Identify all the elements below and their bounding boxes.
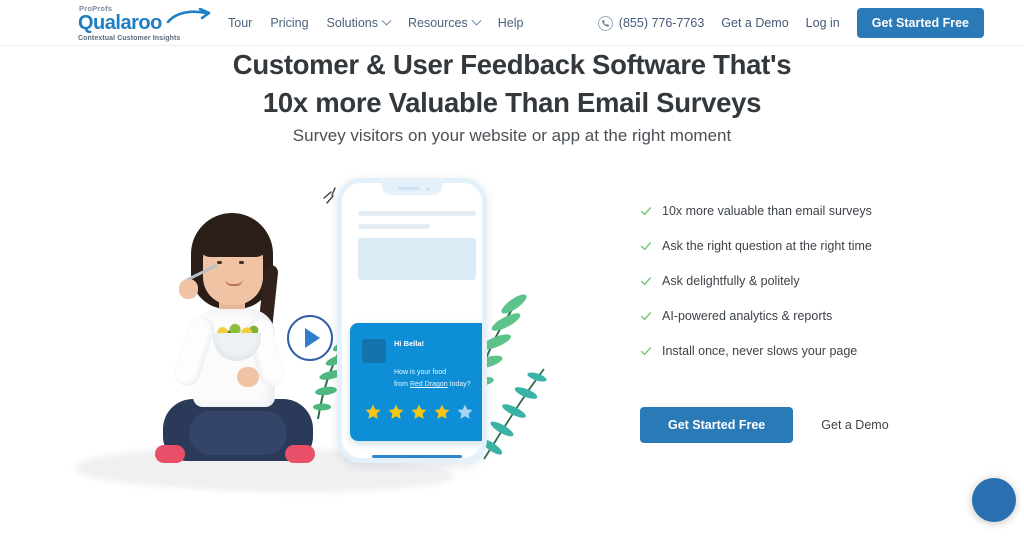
phone-number-text: (855) 776-7763 — [618, 16, 705, 30]
feature-label: Install once, never slows your page — [662, 344, 858, 358]
check-icon — [641, 207, 651, 216]
survey-avatar — [362, 339, 386, 363]
star-icon-filled[interactable] — [433, 403, 451, 421]
feature-list: 10x more valuable than email surveys Ask… — [640, 203, 970, 378]
nav-item-help[interactable]: Help — [498, 16, 524, 30]
logo[interactable]: ProProfs Qualaroo Contextual Customer In… — [78, 5, 211, 42]
logo-tagline: Contextual Customer Insights — [78, 35, 181, 42]
hero-subtitle: Survey visitors on your website or app a… — [292, 126, 732, 145]
header-actions: (855) 776-7763 Get a Demo Log in Get Sta… — [597, 0, 984, 46]
feature-label: Ask delightfully & politely — [662, 274, 800, 288]
hero-title-line-1: Customer & User Feedback Software That's — [232, 49, 792, 80]
placeholder-line — [358, 224, 430, 229]
site-header: ProProfs Qualaroo Contextual Customer In… — [0, 0, 1024, 46]
placeholder-line — [358, 211, 476, 216]
phone-mockup: Hi Bella! How is your food from Red Drag… — [337, 178, 487, 463]
survey-greeting: Hi Bella! — [394, 339, 425, 348]
phone-camera — [426, 187, 430, 191]
survey-card[interactable]: Hi Bella! How is your food from Red Drag… — [350, 323, 482, 441]
star-icon-filled[interactable] — [364, 403, 382, 421]
placeholder-image-block — [358, 238, 476, 280]
hero-illustration: Hi Bella! How is your food from Red Drag… — [0, 165, 620, 515]
nav-item-tour[interactable]: Tour — [228, 16, 252, 30]
star-icon-filled[interactable] — [387, 403, 405, 421]
feature-item: AI-powered analytics & reports — [640, 308, 970, 324]
check-icon — [641, 312, 651, 321]
logo-swoosh-arrow-icon — [166, 8, 211, 24]
check-icon — [641, 347, 651, 356]
survey-star-rating[interactable] — [364, 403, 474, 421]
feature-label: 10x more valuable than email surveys — [662, 204, 872, 218]
feature-item: Install once, never slows your page — [640, 343, 970, 359]
survey-question-suffix: today? — [447, 381, 471, 388]
hero-title: Customer & User Feedback Software That's… — [0, 46, 1024, 122]
check-icon — [641, 242, 651, 251]
header-get-a-demo-link[interactable]: Get a Demo — [721, 16, 788, 30]
star-icon-empty[interactable] — [456, 403, 474, 421]
chevron-down-icon — [471, 15, 482, 26]
hero-cta-row: Get Started Free Get a Demo — [640, 407, 889, 443]
feature-label: Ask the right question at the right time — [662, 239, 872, 253]
nav-label: Resources — [407, 16, 468, 30]
survey-question: How is your food from Red Dragon today? — [394, 367, 482, 391]
survey-question-line-1: How is your food — [394, 369, 447, 376]
hero-get-a-demo-link[interactable]: Get a Demo — [821, 418, 888, 432]
nav-label: Tour — [228, 16, 253, 30]
check-icon — [641, 277, 651, 286]
chevron-down-icon — [381, 15, 392, 26]
play-icon — [305, 328, 320, 348]
phone-home-indicator — [372, 455, 462, 458]
video-play-button[interactable] — [287, 315, 333, 361]
chat-widget-button[interactable] — [972, 478, 1016, 522]
feature-item: Ask delightfully & politely — [640, 273, 970, 289]
nav-label: Solutions — [326, 16, 378, 30]
nav-item-pricing[interactable]: Pricing — [270, 16, 308, 30]
feature-label: AI-powered analytics & reports — [662, 309, 833, 323]
hero-get-started-free-button[interactable]: Get Started Free — [640, 407, 794, 443]
feature-item: Ask the right question at the right time — [640, 238, 970, 254]
main-navigation: Tour Pricing Solutions Resources Help — [228, 0, 523, 46]
phone-number-link[interactable]: (855) 776-7763 — [597, 15, 705, 31]
header-login-link[interactable]: Log in — [806, 16, 840, 30]
survey-question-prefix: from — [394, 381, 410, 388]
feature-item: 10x more valuable than email surveys — [640, 203, 970, 219]
hero-title-line-2: 10x more Valuable Than Email Surveys — [262, 87, 762, 118]
nav-item-solutions[interactable]: Solutions — [326, 15, 392, 30]
phone-speaker — [398, 187, 420, 190]
nav-item-resources[interactable]: Resources — [407, 15, 482, 30]
survey-question-brand: Red Dragon — [409, 381, 448, 388]
star-icon-filled[interactable] — [410, 403, 428, 421]
phone-icon — [597, 15, 613, 31]
nav-label: Help — [497, 16, 524, 30]
header-get-started-free-button[interactable]: Get Started Free — [856, 8, 984, 38]
nav-label: Pricing — [270, 16, 309, 30]
